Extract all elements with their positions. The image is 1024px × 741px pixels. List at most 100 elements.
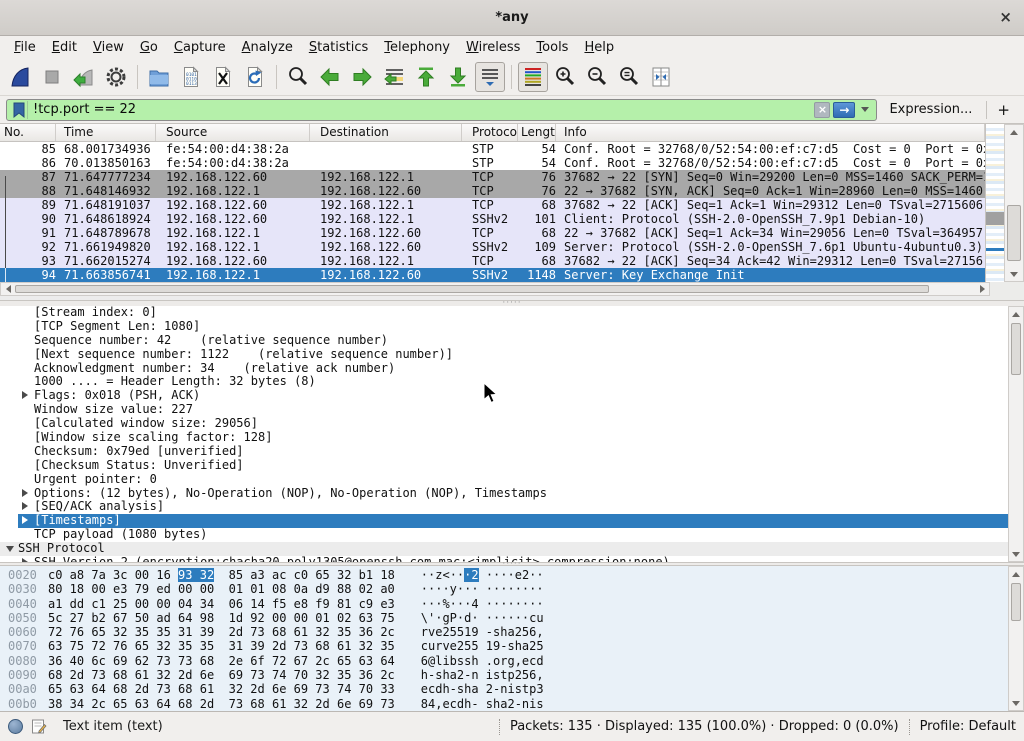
detail-line[interactable]: TCP payload (1080 bytes) <box>0 528 1008 542</box>
packet-row-86[interactable]: 8670.013850163fe:54:00:d4:38:2aSTP54Conf… <box>0 156 985 170</box>
packet-row-93[interactable]: 9371.662015274192.168.122.60192.168.122.… <box>0 254 985 268</box>
detail-line[interactable]: Options: (12 bytes), No-Operation (NOP),… <box>0 487 1008 501</box>
filter-clear-button[interactable]: × <box>814 102 830 118</box>
scroll-up-icon[interactable] <box>1009 567 1023 581</box>
zoom-normal-icon[interactable] <box>614 62 644 92</box>
open-file-icon[interactable] <box>144 62 174 92</box>
packet-row-85[interactable]: 8568.001734936fe:54:00:d4:38:2aSTP54Conf… <box>0 142 985 156</box>
column-header-info[interactable]: Info <box>556 124 985 141</box>
menu-go[interactable]: Go <box>132 38 166 57</box>
packet-list-hscrollbar[interactable] <box>0 282 990 296</box>
hex-row-00a0[interactable]: 00a065 63 64 68 2d 73 68 61 32 2d 6e 69 … <box>0 682 1024 696</box>
detail-line[interactable]: Acknowledgment number: 34 (relative ack … <box>0 362 1008 376</box>
hex-row-0090[interactable]: 009068 2d 73 68 61 32 2d 6e 69 73 74 70 … <box>0 668 1024 682</box>
go-first-packet-icon[interactable] <box>411 62 441 92</box>
column-header-protocol[interactable]: Protocol <box>462 124 518 141</box>
detail-line[interactable]: [Calculated window size: 29056] <box>0 417 1008 431</box>
go-forward-icon[interactable] <box>347 62 377 92</box>
menu-analyze[interactable]: Analyze <box>234 38 301 57</box>
display-filter-input[interactable]: !tcp.port == 22 × → <box>6 99 877 121</box>
hex-row-00b0[interactable]: 00b038 34 2c 65 63 64 68 2d 73 68 61 32 … <box>0 697 1024 711</box>
hex-row-0070[interactable]: 007063 75 72 76 65 32 35 35 31 39 2d 73 … <box>0 639 1024 653</box>
go-to-packet-icon[interactable] <box>379 62 409 92</box>
detail-line[interactable]: SSH Protocol <box>0 542 1008 556</box>
expert-info-icon[interactable] <box>8 719 23 734</box>
capture-options-icon[interactable] <box>101 62 131 92</box>
hex-row-0050[interactable]: 00505c 27 b2 67 50 ad 64 98 1d 92 00 00 … <box>0 611 1024 625</box>
menu-wireless[interactable]: Wireless <box>458 38 528 57</box>
column-header-time[interactable]: Time <box>56 124 156 141</box>
scroll-left-icon[interactable] <box>1 283 15 295</box>
detail-line[interactable]: Flags: 0x018 (PSH, ACK) <box>0 389 1008 403</box>
packet-row-90[interactable]: 9071.648618924192.168.122.60192.168.122.… <box>0 212 985 226</box>
hex-vscrollbar[interactable] <box>1008 566 1024 711</box>
zoom-out-icon[interactable] <box>582 62 612 92</box>
hex-dump[interactable]: 0020c0 a8 7a 3c 00 16 93 32 85 a3 ac c0 … <box>0 568 1024 711</box>
detail-line[interactable]: Checksum: 0x79ed [unverified] <box>0 445 1008 459</box>
scroll-right-icon[interactable] <box>975 283 989 295</box>
detail-line[interactable]: [Stream index: 0] <box>0 306 1008 320</box>
packet-row-92[interactable]: 9271.661949820192.168.122.1192.168.122.6… <box>0 240 985 254</box>
scroll-down-icon[interactable] <box>1009 547 1023 561</box>
scroll-up-icon[interactable] <box>1009 307 1023 321</box>
close-file-icon[interactable] <box>208 62 238 92</box>
hex-row-0030[interactable]: 003080 18 00 e3 79 ed 00 00 01 01 08 0a … <box>0 582 1024 596</box>
filter-apply-button[interactable]: → <box>833 102 855 118</box>
collapsed-arrow-icon[interactable] <box>22 556 34 562</box>
detail-line[interactable]: Sequence number: 42 (relative sequence n… <box>0 334 1008 348</box>
menu-edit[interactable]: Edit <box>44 38 85 57</box>
packet-row-88[interactable]: 8871.648146932192.168.122.1192.168.122.6… <box>0 184 985 198</box>
zoom-in-icon[interactable] <box>550 62 580 92</box>
menu-view[interactable]: View <box>85 38 132 57</box>
hex-row-0040[interactable]: 0040a1 dd c1 25 00 00 04 34 06 14 f5 e8 … <box>0 597 1024 611</box>
expression-button[interactable]: Expression... <box>877 102 984 117</box>
detail-line[interactable]: [Timestamps] <box>18 514 1008 528</box>
expanded-arrow-icon[interactable] <box>6 542 18 556</box>
collapsed-arrow-icon[interactable] <box>22 500 34 514</box>
detail-line[interactable]: 1000 .... = Header Length: 32 bytes (8) <box>0 375 1008 389</box>
close-window-button[interactable]: × <box>999 9 1012 25</box>
column-header-no[interactable]: No. <box>0 124 56 141</box>
packet-list-hscroll-thumb[interactable] <box>15 285 929 293</box>
detail-line[interactable]: [Next sequence number: 1122 (relative se… <box>0 348 1008 362</box>
collapsed-arrow-icon[interactable] <box>22 514 34 528</box>
save-file-icon[interactable]: 010101100113 <box>176 62 206 92</box>
packet-row-87[interactable]: 8771.647777234192.168.122.60192.168.122.… <box>0 170 985 184</box>
detail-line[interactable]: [Window size scaling factor: 128] <box>0 431 1008 445</box>
resize-columns-icon[interactable] <box>646 62 676 92</box>
packet-list-vscroll-thumb[interactable] <box>1007 205 1021 261</box>
hex-vscroll-thumb[interactable] <box>1011 583 1021 621</box>
hex-row-0060[interactable]: 006072 76 65 32 35 35 31 39 2d 73 68 61 … <box>0 625 1024 639</box>
auto-scroll-icon[interactable] <box>475 62 505 92</box>
menu-help[interactable]: Help <box>576 38 622 57</box>
packet-row-89[interactable]: 8971.648191037192.168.122.60192.168.122.… <box>0 198 985 212</box>
details-vscroll-thumb[interactable] <box>1011 323 1021 375</box>
menu-telephony[interactable]: Telephony <box>376 38 458 57</box>
collapsed-arrow-icon[interactable] <box>22 389 34 403</box>
column-header-length[interactable]: Length <box>518 124 556 141</box>
filter-history-dropdown-icon[interactable] <box>861 107 869 112</box>
hex-row-0020[interactable]: 0020c0 a8 7a 3c 00 16 93 32 85 a3 ac c0 … <box>0 568 1024 582</box>
detail-line[interactable]: Urgent pointer: 0 <box>0 473 1008 487</box>
capture-comment-icon[interactable] <box>31 718 47 735</box>
colorize-icon[interactable] <box>518 62 548 92</box>
menu-capture[interactable]: Capture <box>166 38 234 57</box>
add-filter-button[interactable]: + <box>986 101 1018 119</box>
menu-statistics[interactable]: Statistics <box>301 38 376 57</box>
reload-file-icon[interactable] <box>240 62 270 92</box>
status-profile[interactable]: Profile: Default <box>920 719 1016 734</box>
packet-row-94[interactable]: 9471.663856741192.168.122.1192.168.122.6… <box>0 268 985 282</box>
scroll-up-icon[interactable] <box>1005 125 1023 139</box>
start-capture-icon[interactable] <box>5 62 35 92</box>
detail-line[interactable]: [SEQ/ACK analysis] <box>0 500 1008 514</box>
column-header-destination[interactable]: Destination <box>310 124 462 141</box>
detail-line[interactable]: SSH Version 2 (encryption:chacha20-poly1… <box>0 556 1008 562</box>
menu-file[interactable]: File <box>6 38 44 57</box>
packet-row-91[interactable]: 9171.648789678192.168.122.1192.168.122.6… <box>0 226 985 240</box>
menu-tools[interactable]: Tools <box>528 38 576 57</box>
find-packet-icon[interactable] <box>283 62 313 92</box>
details-vscrollbar[interactable] <box>1008 306 1024 562</box>
column-header-source[interactable]: Source <box>156 124 310 141</box>
display-filter-text[interactable]: !tcp.port == 22 <box>33 102 814 117</box>
collapsed-arrow-icon[interactable] <box>22 487 34 501</box>
